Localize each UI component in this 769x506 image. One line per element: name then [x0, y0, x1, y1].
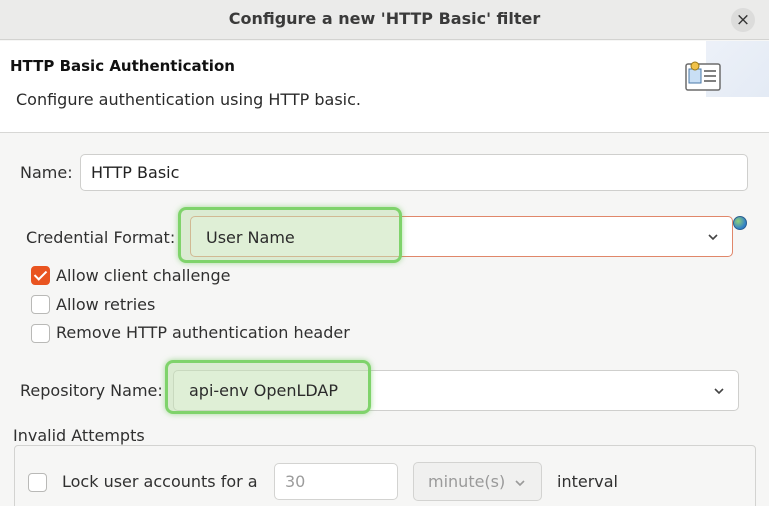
lock-unit-value: minute(s)	[428, 472, 506, 491]
name-label: Name:	[20, 163, 73, 182]
certificate-document-icon	[685, 61, 721, 91]
close-button[interactable]: ×	[731, 8, 755, 32]
lock-unit-dropdown[interactable]: minute(s)	[413, 462, 542, 501]
allow-retries-label: Allow retries	[56, 295, 156, 314]
lock-amount-field[interactable]: 30	[274, 463, 398, 500]
globe-icon	[733, 216, 747, 230]
header-title: HTTP Basic Authentication	[10, 57, 235, 75]
title-bar: Configure a new 'HTTP Basic' filter ×	[0, 0, 769, 40]
credential-format-label: Credential Format:	[26, 228, 176, 247]
lock-accounts-checkbox[interactable]	[28, 473, 47, 492]
repository-name-value: api-env OpenLDAP	[189, 381, 338, 400]
dialog-header: HTTP Basic Authentication Configure auth…	[0, 41, 769, 133]
lock-accounts-label: Lock user accounts for a	[62, 472, 258, 491]
allow-client-challenge-checkbox[interactable]	[31, 266, 50, 285]
repository-name-label: Repository Name:	[20, 381, 163, 400]
chevron-down-icon	[714, 387, 724, 394]
invalid-attempts-label: Invalid Attempts	[13, 426, 149, 445]
remove-header-label: Remove HTTP authentication header	[56, 323, 350, 342]
chevron-down-icon	[708, 233, 718, 240]
remove-header-checkbox[interactable]	[31, 324, 50, 343]
interval-label: interval	[557, 472, 618, 491]
allow-client-challenge-label: Allow client challenge	[56, 266, 231, 285]
header-description: Configure authentication using HTTP basi…	[16, 90, 361, 109]
allow-retries-checkbox[interactable]	[31, 295, 50, 314]
window-title: Configure a new 'HTTP Basic' filter	[228, 9, 541, 28]
chevron-down-icon	[515, 480, 525, 487]
name-field[interactable]: HTTP Basic	[80, 154, 748, 191]
credential-format-value: User Name	[206, 228, 295, 247]
